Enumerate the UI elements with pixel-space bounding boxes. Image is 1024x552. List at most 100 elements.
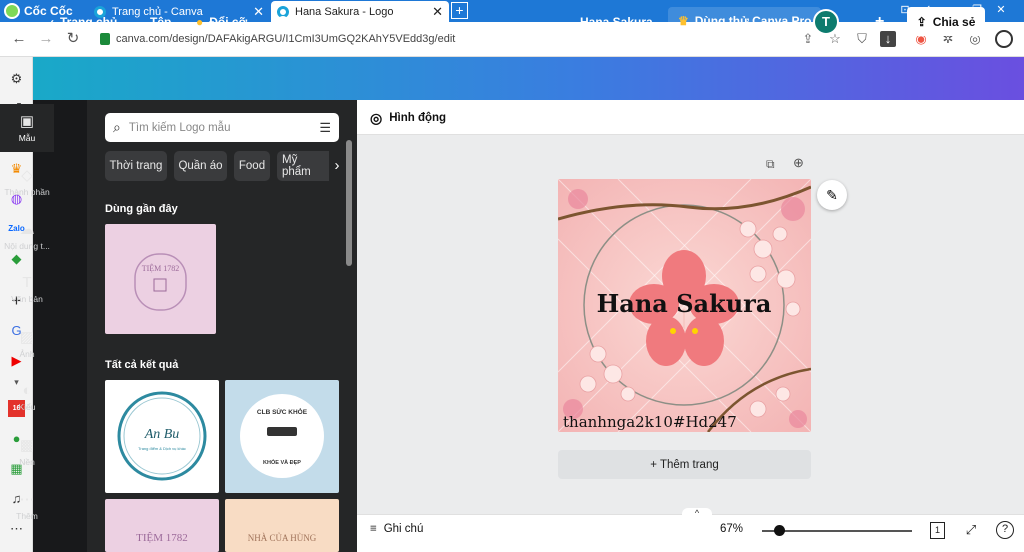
try-pro-label: Dùng thử Canva Pro [694,14,812,28]
zoom-slider-handle[interactable] [774,525,785,536]
template-icon: ▣ [19,113,35,130]
design-page[interactable]: Hana Sakura thanhnga2k10#Hd247 [558,179,811,432]
close-tab-icon[interactable]: ✕ [253,4,264,20]
more-icon: ⋯ [19,491,35,508]
redo-icon[interactable]: ↷ [310,0,323,43]
chip-cosmetics[interactable]: Mỹ phẩm [277,151,329,181]
chip-food[interactable]: Food [234,151,270,181]
rail-label: Thêm [16,511,38,521]
svg-text:KHỎE VÀ ĐẸP: KHỎE VÀ ĐẸP [263,459,301,466]
editor-toolbar [357,100,1024,135]
rail-label: Kiểu [18,402,36,412]
rail-label: Nội dung t... [4,241,50,251]
result-template-thumb[interactable]: TIỆM 1782 [105,499,219,552]
recent-logo-art: TIỆM 1782 [134,253,187,311]
recent-template-thumb[interactable]: TIỆM 1782 [105,224,216,334]
rail-templates[interactable]: ▣ Mẫu [0,104,54,152]
resize-button[interactable]: ● Đổi cỡ [196,0,247,43]
svg-text:CLB SỨC KHỎE: CLB SỨC KHỎE [257,407,308,416]
design-name[interactable]: Hana Sakura [580,0,653,43]
svg-text:TIỆM 1782: TIỆM 1782 [136,532,188,544]
all-results-heading: Tất cả kết quả [105,359,179,371]
elements-icon: ◇ [21,167,33,184]
avatar[interactable]: T [813,9,839,35]
chips-next-icon[interactable]: › [330,151,344,181]
share-button[interactable]: ⇪ Chia sẻ [907,7,985,36]
sakura-logo-art: Hana Sakura thanhnga2k10#Hd247 [558,179,811,432]
new-tab-button[interactable]: + [451,2,468,19]
thumb-text: TIỆM 1782 [142,263,180,273]
filter-sliders-icon[interactable]: ☰ [319,120,331,136]
rail-text[interactable]: T Văn bản [0,266,54,316]
canva-header [33,57,1024,100]
panel-scrollbar[interactable] [346,140,352,266]
background-icon: ▩ [19,437,35,454]
duplicate-page-icon[interactable]: ⧉ [766,157,775,172]
close-window-button[interactable]: ✕ [990,1,1012,19]
rail-uploads[interactable]: ☁ Nội dung t... [0,212,54,262]
account-circle-icon[interactable] [995,30,1013,48]
resize-label: Đổi cỡ [209,14,248,29]
crown-icon: ♛ [678,14,689,28]
svg-text:An Bu: An Bu [144,427,180,442]
rail-background[interactable]: ▩ Nền [0,428,54,478]
result-logo-art: TIỆM 1782 [136,532,188,544]
chip-clothes[interactable]: Quần áo [174,151,227,181]
close-tab-icon[interactable]: ✕ [432,4,443,20]
back-icon[interactable]: ← [10,30,28,48]
add-page-button[interactable]: + Thêm trang [558,450,811,479]
add-page-icon[interactable]: ⊕ [793,155,804,171]
settings-gear-icon[interactable]: ⚙ [8,70,25,87]
animate-icon: ◎ [370,109,383,126]
result-template-thumb[interactable]: CLB SỨC KHỎE KHỎE VÀ ĐẸP [225,380,339,493]
chip-fashion[interactable]: Thời trang [105,151,167,181]
notes-label: Ghi chú [383,523,424,535]
animate-button[interactable]: ◎ Hình động [370,110,446,126]
rail-photos[interactable]: ▨ Ảnh [0,320,54,370]
rail-elements[interactable]: ◇ Thành phần [0,158,54,208]
rail-label: Mẫu [18,133,36,143]
recent-heading: Dùng gần đây [105,203,178,215]
svg-text:Trang điểm & Dịch vụ khác: Trang điểm & Dịch vụ khác [138,446,186,451]
search-icon: ⌕ [113,119,121,135]
styles-icon: ◐ [22,382,32,399]
coccoc-logo-icon [4,3,20,19]
chevron-left-icon: ‹ [50,14,54,29]
result-template-thumb[interactable]: NHÀ CỦA HÙNG [225,499,339,552]
add-collaborator-icon[interactable]: + [875,0,884,43]
shield-icon[interactable]: ⛉ [854,31,870,47]
fullscreen-icon[interactable]: ⤢ [962,521,980,539]
help-icon[interactable]: ? [996,521,1014,539]
photo-icon: ▨ [19,329,35,346]
undo-icon[interactable]: ↶ [275,0,288,43]
result-logo-art: NHÀ CỦA HÙNG [248,533,317,543]
notes-button[interactable]: ≡ Ghi chú [370,523,423,535]
rail-label: Văn bản [11,294,43,304]
comment-icon[interactable]: ✎ [817,180,847,210]
expand-pages-icon[interactable]: ^ [682,508,712,520]
health-club-logo-art: CLB SỨC KHỎE KHỎE VÀ ĐẸP [240,394,324,478]
rail-label: Nền [19,457,35,467]
share-label: Chia sẻ [932,14,976,29]
cloud-sync-icon[interactable]: ☁ [352,0,367,43]
design-watermark-text: thanhnga2k10#Hd247 [563,413,737,431]
rail-more[interactable]: ⋯ Thêm [0,482,54,532]
template-search-input[interactable]: ⌕ Tìm kiếm Logo mẫu ☰ [105,113,339,142]
rail-label: Ảnh [19,349,35,359]
upload-icon: ☁ [19,221,35,238]
search-placeholder: Tìm kiếm Logo mẫu [128,121,231,134]
upload-arrow-icon: ⇪ [916,14,927,29]
home-label: Trang chủ [60,14,118,29]
notes-icon: ≡ [370,523,377,535]
try-pro-button[interactable]: ♛ Dùng thử Canva Pro [668,7,822,35]
result-template-thumb[interactable]: An Bu Trang điểm & Dịch vụ khác [105,380,219,493]
home-button[interactable]: ‹ Trang chủ [50,0,117,43]
crown-icon: ● [196,14,204,29]
rail-styles[interactable]: ◐ Kiểu [0,374,54,424]
file-menu-button[interactable]: Tệp [150,0,171,43]
zoom-percentage[interactable]: 67% [720,523,743,535]
design-title: Hana Sakura [597,289,772,318]
anbu-logo-art: An Bu Trang điểm & Dịch vụ khác [117,391,207,481]
animate-label: Hình động [389,112,447,124]
page-count-button[interactable]: 1 [930,522,945,539]
